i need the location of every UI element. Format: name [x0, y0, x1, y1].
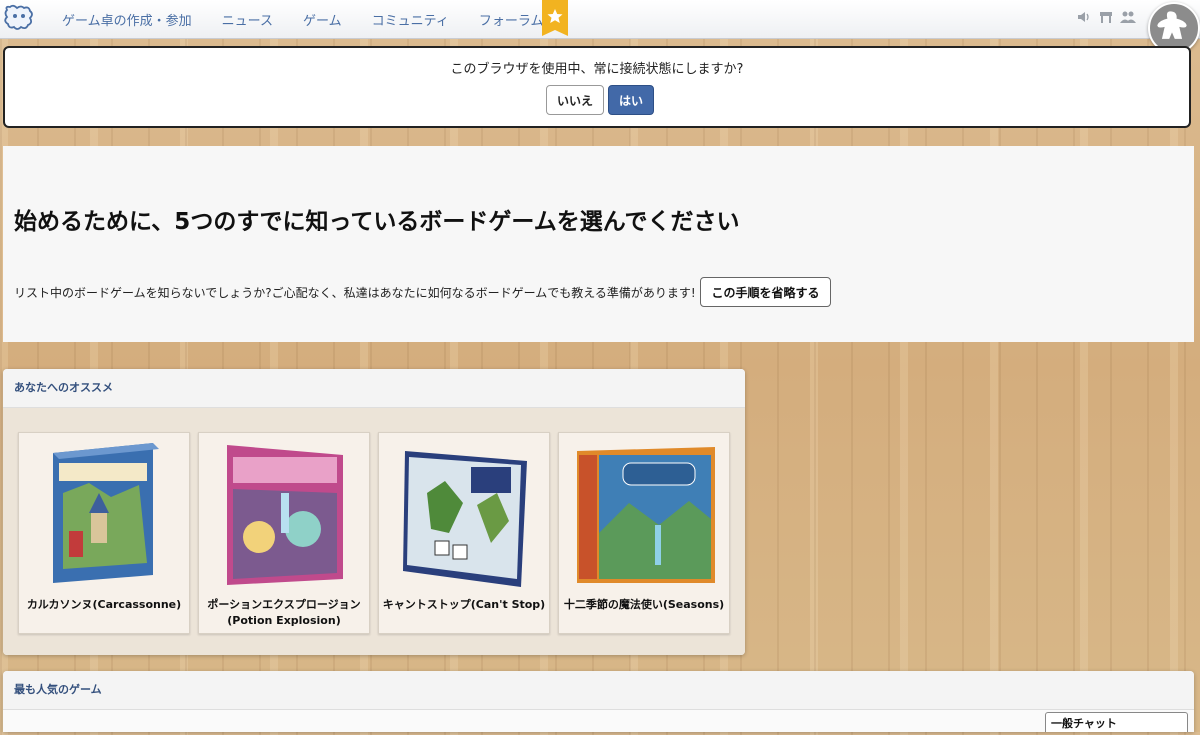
star-icon[interactable]	[542, 0, 568, 36]
cant-stop-box-image	[403, 451, 527, 587]
group-icon[interactable]	[1120, 9, 1136, 25]
nav-item-community[interactable]: コミュニティ	[372, 10, 449, 29]
popular-games-list	[3, 710, 1194, 732]
stay-connected-prompt: このブラウザを使用中、常に接続状態にしますか? いいえ はい	[3, 46, 1191, 128]
meeple-icon	[1157, 11, 1187, 39]
general-chat-tab[interactable]: 一般チャット	[1045, 712, 1188, 732]
nav-item-forum[interactable]: フォーラム	[479, 10, 544, 29]
top-navigation-bar: ゲーム卓の作成・参加 ニュース ゲーム コミュニティ フォーラム	[0, 0, 1200, 54]
table-icon[interactable]	[1098, 9, 1114, 25]
nav-item-create-join-table[interactable]: ゲーム卓の作成・参加	[62, 10, 192, 29]
nav-item-news[interactable]: ニュース	[222, 10, 273, 29]
recommended-header: あなたへのオススメ	[3, 369, 745, 408]
seasons-box-image	[577, 447, 715, 583]
nav-item-games[interactable]: ゲーム	[303, 10, 342, 29]
no-button[interactable]: いいえ	[546, 85, 604, 115]
main-nav: ゲーム卓の作成・参加 ニュース ゲーム コミュニティ フォーラム	[62, 0, 573, 38]
game-card-potion-explosion[interactable]: ポーションエクスプロージョン(Potion Explosion)	[198, 432, 370, 634]
carcassonne-box-image	[53, 443, 159, 583]
intro-panel: 始めるために、5つのすでに知っているボードゲームを選んでください リスト中のボー…	[3, 146, 1194, 342]
intro-subtitle: リスト中のボードゲームを知らないでしょうか?ご心配なく、私達はあなたに如何なるボ…	[14, 286, 696, 300]
recommended-games: カルカソンヌ(Carcassonne) ポーションエクスプロージョン(Potio…	[3, 408, 745, 655]
game-name: キャントストップ(Can't Stop)	[382, 598, 546, 611]
recommended-panel: あなたへのオススメ カルカソンヌ(Carcassonne) ポーションエクスプロ…	[3, 369, 745, 655]
yes-button[interactable]: はい	[608, 85, 654, 115]
popular-header: 最も人気のゲーム	[3, 671, 1194, 710]
system-icons	[1076, 9, 1136, 25]
page-title: 始めるために、5つのすでに知っているボードゲームを選んでください	[14, 209, 740, 235]
prompt-buttons: いいえ はい	[546, 85, 654, 115]
game-card-carcassonne[interactable]: カルカソンヌ(Carcassonne)	[18, 432, 190, 634]
potion-explosion-box-image	[227, 445, 343, 585]
game-card-cant-stop[interactable]: キャントストップ(Can't Stop)	[378, 432, 550, 634]
prompt-question: このブラウザを使用中、常に接続状態にしますか?	[450, 62, 744, 77]
game-card-seasons[interactable]: 十二季節の魔法使い(Seasons)	[558, 432, 730, 634]
game-name: 十二季節の魔法使い(Seasons)	[563, 598, 725, 611]
game-name: カルカソンヌ(Carcassonne)	[26, 598, 182, 611]
popular-games-panel: 最も人気のゲーム	[3, 671, 1194, 732]
speaker-icon[interactable]	[1076, 9, 1092, 25]
logo-icon[interactable]	[3, 4, 35, 32]
game-name: ポーションエクスプロージョン(Potion Explosion)	[207, 598, 361, 627]
skip-step-button[interactable]: この手順を省略する	[700, 277, 831, 307]
